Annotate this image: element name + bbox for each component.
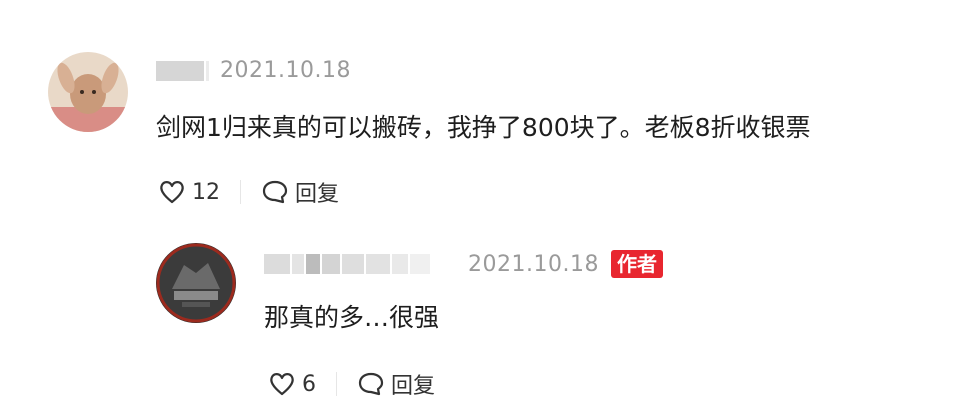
reply-actions: 6 回复 <box>268 368 435 400</box>
like-button[interactable]: 12 <box>158 179 220 205</box>
reply-label: 回复 <box>295 182 340 207</box>
chat-bubble-icon <box>358 372 384 396</box>
comment-text: 剑网1归来真的可以搬砖，我挣了800块了。老板8折收银票 <box>156 113 811 142</box>
reply-button[interactable]: 回复 <box>261 176 339 208</box>
chat-bubble-icon <box>262 180 288 204</box>
commenter-username-blurred[interactable] <box>156 61 209 81</box>
heart-icon <box>270 373 294 396</box>
reply-like-count: 6 <box>302 371 316 397</box>
like-count: 12 <box>192 179 220 205</box>
reply-date: 2021.10.18 <box>468 252 599 277</box>
author-badge: 作者 <box>611 250 663 278</box>
reply-like-button[interactable]: 6 <box>268 371 316 397</box>
action-divider <box>240 180 241 204</box>
comment-actions: 12 回复 <box>158 176 339 208</box>
action-divider <box>336 372 337 396</box>
author-username-blurred[interactable] <box>264 254 430 274</box>
reply-text: 那真的多…很强 <box>264 303 440 332</box>
commenter-avatar[interactable] <box>48 52 128 132</box>
reply-reply-label: 回复 <box>391 374 436 399</box>
comment-date: 2021.10.18 <box>220 58 351 83</box>
heart-icon <box>160 181 184 204</box>
reply-reply-button[interactable]: 回复 <box>357 368 435 400</box>
author-avatar[interactable] <box>156 243 236 323</box>
